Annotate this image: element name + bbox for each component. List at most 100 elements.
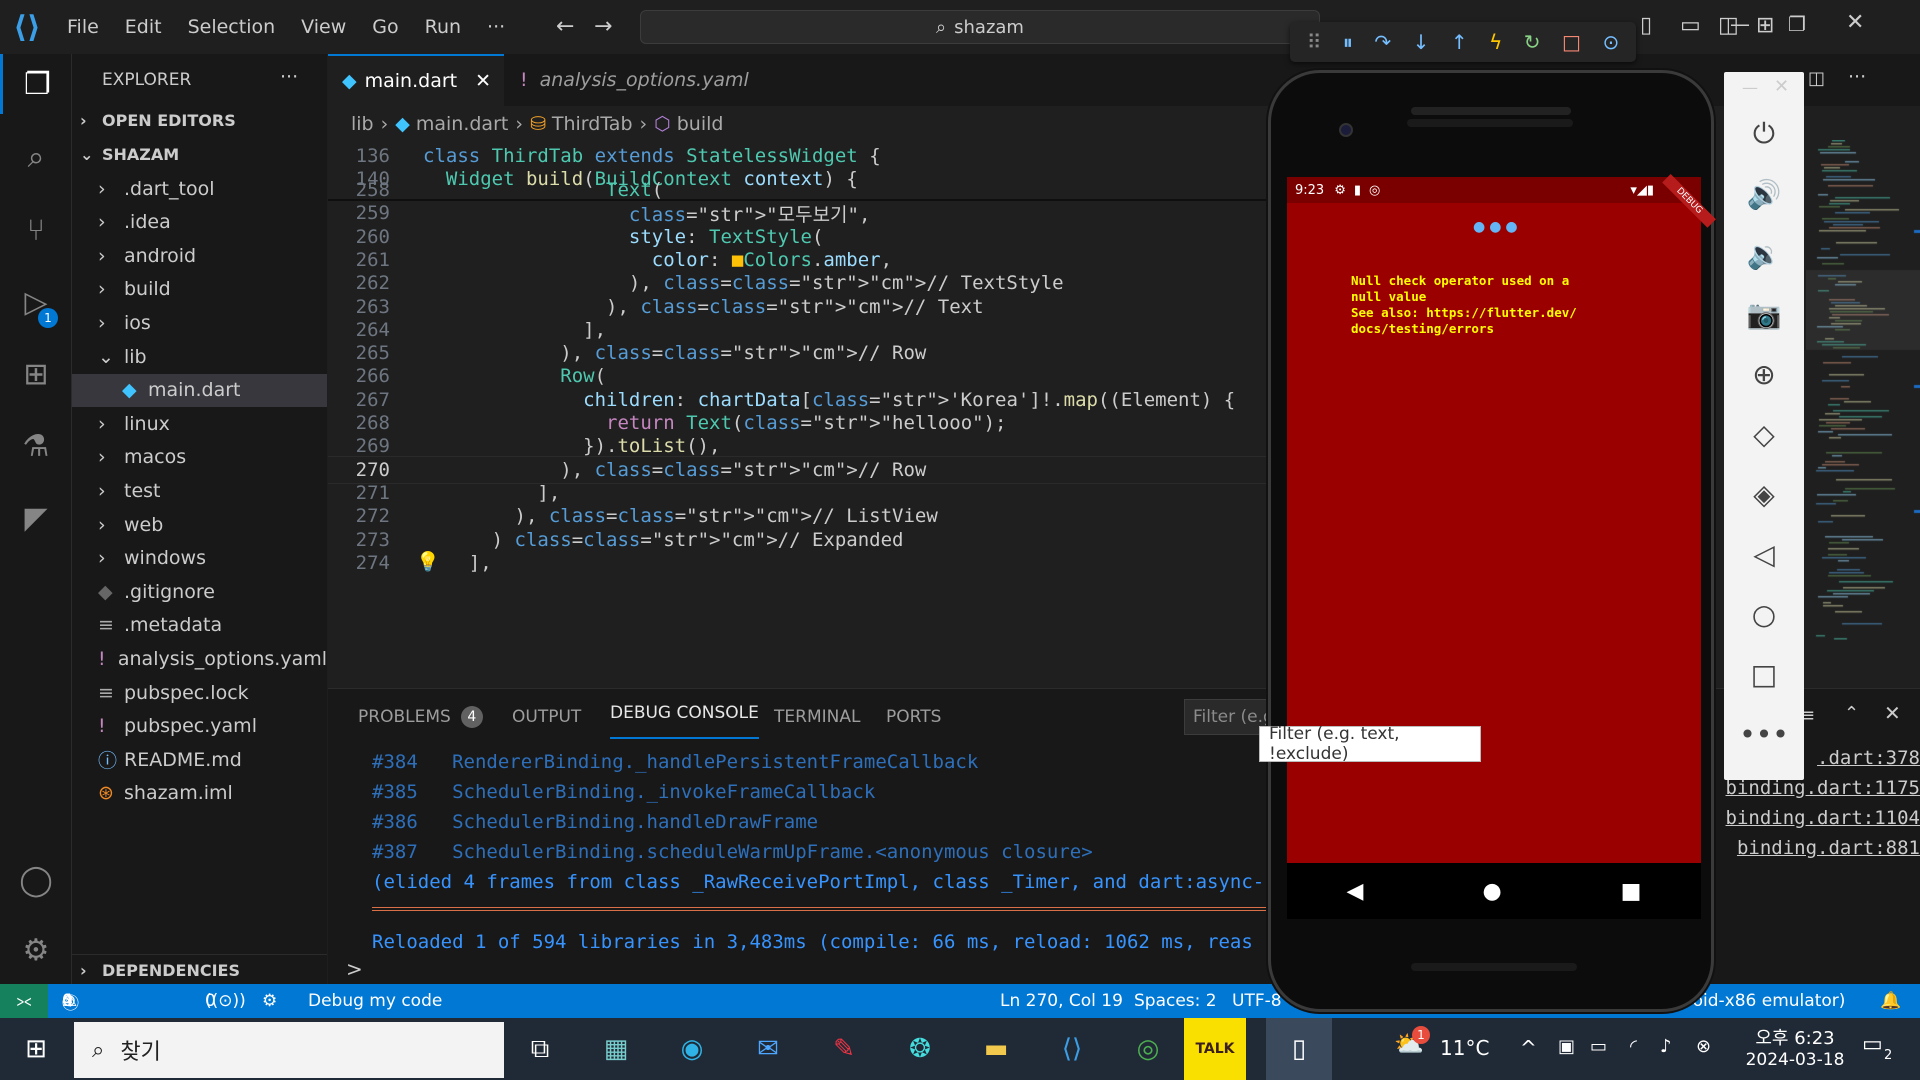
tree-item-test[interactable]: › test (72, 474, 327, 507)
cursor-position[interactable]: Ln 270, Col 19 (1000, 984, 1123, 1018)
tab-main-dart[interactable]: ◆ main.dart ✕ (328, 54, 504, 106)
back-icon[interactable]: ◁ (1724, 526, 1804, 582)
testing-icon[interactable]: ⚗ (0, 416, 72, 476)
forward-arrow-icon[interactable]: → (594, 14, 612, 39)
restart-icon[interactable]: ↻ (1524, 30, 1541, 54)
chevron-up-icon[interactable]: ^ (1520, 1036, 1537, 1060)
kakaotalk-icon[interactable]: TALK (1184, 1018, 1246, 1080)
home-icon[interactable]: ○ (1724, 586, 1804, 642)
camera-icon[interactable]: 📷 (1724, 286, 1804, 342)
vscode-taskbar-icon[interactable]: ⟨⟩ (1046, 1026, 1098, 1072)
file-explorer-icon[interactable]: ▬ (970, 1026, 1022, 1072)
breadcrumb-method[interactable]: build (677, 113, 724, 135)
inspect-widget-icon[interactable]: ⊙ (1602, 30, 1619, 54)
tab-debug-console[interactable]: DEBUG CONSOLE (610, 689, 759, 739)
volume-up-icon[interactable]: 🔊 (1724, 166, 1804, 222)
console-prompt[interactable]: > (346, 957, 363, 981)
stack-link[interactable]: binding.dart:1175 (1700, 777, 1920, 799)
step-over-icon[interactable]: ↷ (1374, 30, 1391, 54)
tab-output[interactable]: OUTPUT (512, 689, 581, 745)
tab-terminal[interactable]: TERMINAL (774, 689, 860, 745)
explorer-more-icon[interactable]: ··· (280, 66, 298, 88)
menu-edit[interactable]: Edit (112, 0, 175, 54)
encoding[interactable]: UTF-8 (1232, 984, 1282, 1018)
explorer-icon[interactable]: ❐ (0, 54, 72, 114)
tree-item-main-dart[interactable]: ◆ main.dart (72, 373, 327, 407)
emu-minimize-icon[interactable]: — (1742, 78, 1758, 97)
tree-item-gitignore[interactable]: ◆ .gitignore (72, 575, 327, 608)
notifications-bell-icon[interactable]: 🔔 (1880, 984, 1901, 1018)
menu-run[interactable]: Run (412, 0, 474, 54)
run-debug-icon[interactable]: ▷ (0, 272, 72, 332)
lightbulb-icon[interactable]: 💡 (416, 550, 440, 573)
debug-status-icon[interactable]: ⚙ (262, 984, 277, 1018)
menu-more[interactable]: ··· (474, 0, 518, 54)
breadcrumb-lib[interactable]: lib (351, 113, 374, 135)
tab-ports[interactable]: PORTS (886, 689, 941, 745)
tree-item-pubspec-yaml[interactable]: ! pubspec.yaml (72, 710, 327, 743)
taskbar-search[interactable]: ⌕ 찾기 (74, 1022, 504, 1078)
split-editor-icon[interactable]: ◫ (1808, 68, 1825, 89)
minimize-icon[interactable] (1720, 0, 1780, 54)
battery-icon[interactable]: ▭ (1590, 1036, 1607, 1057)
overview-icon[interactable]: □ (1724, 646, 1804, 702)
menu-view[interactable]: View (288, 0, 359, 54)
dependencies-section[interactable]: › DEPENDENCIES (72, 954, 327, 987)
tree-item-idea[interactable]: › .idea (72, 206, 327, 239)
task-view-icon[interactable]: ⧉ (514, 1026, 566, 1072)
nav-home-icon[interactable]: ● (1482, 879, 1501, 904)
tree-item-web[interactable]: › web (72, 508, 327, 541)
toggle-sidebar-icon[interactable]: ▯ (1640, 13, 1652, 38)
menu-file[interactable]: File (54, 0, 112, 54)
volume-down-icon[interactable]: 🔉 (1724, 226, 1804, 282)
emu-close-icon[interactable]: ✕ (1774, 76, 1789, 97)
remote-icon[interactable]: ⪥ (0, 984, 48, 1018)
weather-temperature[interactable]: 11°C (1440, 1036, 1489, 1060)
hot-reload-icon[interactable]: ϟ (1489, 30, 1502, 54)
tree-item-macos[interactable]: › macos (72, 441, 327, 474)
tree-item-linux[interactable]: › linux (72, 407, 327, 440)
device-selector[interactable]: roid-x86 emulator) (1686, 984, 1845, 1018)
tree-item-android[interactable]: › android (72, 239, 327, 272)
tree-item-readme-md[interactable]: ⓘ README.md (72, 743, 327, 776)
clock-time[interactable]: 오후 6:23 (1740, 1024, 1850, 1050)
tree-item-lib[interactable]: ⌄ lib (72, 340, 327, 373)
clock-date[interactable]: 2024-03-18 (1734, 1050, 1856, 1070)
nav-back-icon[interactable]: ◀ (1347, 879, 1364, 904)
maximize-panel-icon[interactable]: ⌃ (1844, 703, 1859, 724)
wifi-icon[interactable]: ◜ (1630, 1036, 1637, 1057)
tray-app-icon[interactable]: ▣ (1558, 1036, 1575, 1057)
indentation[interactable]: Spaces: 2 (1134, 984, 1217, 1018)
close-window-icon[interactable]: ✕ (1846, 10, 1864, 35)
settings-gear-icon[interactable]: ⚙ (0, 920, 72, 980)
tab-analysis-options[interactable]: ! analysis_options.yaml (506, 54, 749, 106)
tree-item-analysis-options-yaml[interactable]: ! analysis_options.yaml (72, 642, 327, 675)
tree-item-ios[interactable]: › ios (72, 306, 327, 339)
editor-more-icon[interactable]: ··· (1848, 66, 1866, 88)
mic-off-icon[interactable]: ⊗ (1696, 1036, 1711, 1057)
pause-icon[interactable]: ⏸ (1343, 30, 1353, 54)
chrome-icon[interactable]: ◎ (1122, 1026, 1174, 1072)
minimize-window-icon[interactable]: — (1730, 12, 1750, 36)
restore-window-icon[interactable]: ❐ (1788, 12, 1806, 36)
paint-app-icon[interactable]: ✎ (818, 1026, 870, 1072)
problems-status[interactable]: ⊗ 0 ⚠ 0 ⓘ 4 (62, 984, 89, 1018)
power-icon[interactable]: ⏻ (1724, 106, 1804, 162)
breadcrumb-class[interactable]: ThirdTab (552, 113, 633, 135)
stack-link[interactable]: binding.dart:881 (1700, 837, 1920, 859)
stack-link[interactable]: binding.dart:1104 (1700, 807, 1920, 829)
drag-handle-icon[interactable]: ⠿ (1307, 30, 1322, 54)
open-editors-section[interactable]: › OPEN EDITORS (72, 104, 327, 137)
zoom-icon[interactable]: ⊕ (1724, 346, 1804, 402)
debug-config[interactable]: Debug my code (308, 984, 442, 1018)
search-activity-icon[interactable]: ⌕ (0, 127, 72, 187)
tree-item-dart-tool[interactable]: › .dart_tool (72, 172, 327, 205)
tree-item-windows[interactable]: › windows (72, 542, 327, 575)
windows-start-icon[interactable]: ⊞ (10, 1026, 62, 1072)
project-section[interactable]: ⌄ SHAZAM (72, 138, 327, 171)
breadcrumb-file[interactable]: main.dart (416, 113, 508, 135)
command-center-search[interactable]: ⌕ shazam (640, 10, 1320, 44)
menu-go[interactable]: Go (359, 0, 411, 54)
step-out-icon[interactable]: ↑ (1451, 30, 1468, 54)
flutter-icon[interactable]: ◤ (0, 488, 72, 548)
